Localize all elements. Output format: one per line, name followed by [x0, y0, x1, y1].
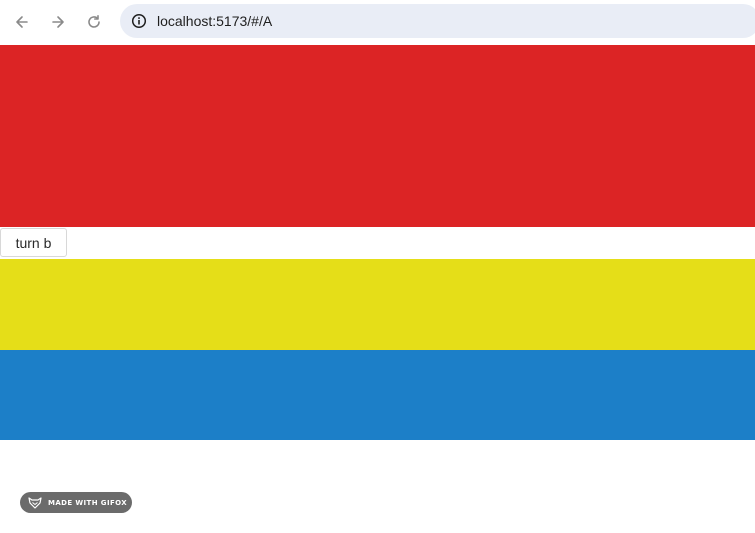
address-bar[interactable]: localhost:5173/#/A: [120, 4, 755, 38]
gifox-watermark: MADE WITH GIFOX: [20, 492, 132, 513]
arrow-left-icon: [16, 16, 28, 28]
reload-button[interactable]: [80, 8, 108, 36]
url-text[interactable]: localhost:5173/#/A: [157, 13, 272, 29]
forward-button[interactable]: [44, 8, 72, 36]
red-block: [0, 45, 755, 227]
info-icon: [131, 13, 147, 29]
back-button[interactable]: [8, 8, 36, 36]
browser-toolbar: localhost:5173/#/A: [0, 0, 755, 44]
button-row: turn b: [0, 227, 755, 258]
turn-b-button[interactable]: turn b: [0, 228, 67, 257]
gifox-fox-icon: [28, 496, 42, 509]
watermark-text: MADE WITH GIFOX: [48, 498, 128, 507]
blue-block: [0, 350, 755, 440]
yellow-block: [0, 259, 755, 350]
site-info-button[interactable]: [129, 11, 149, 31]
reload-icon: [88, 15, 100, 28]
arrow-right-icon: [52, 16, 64, 28]
